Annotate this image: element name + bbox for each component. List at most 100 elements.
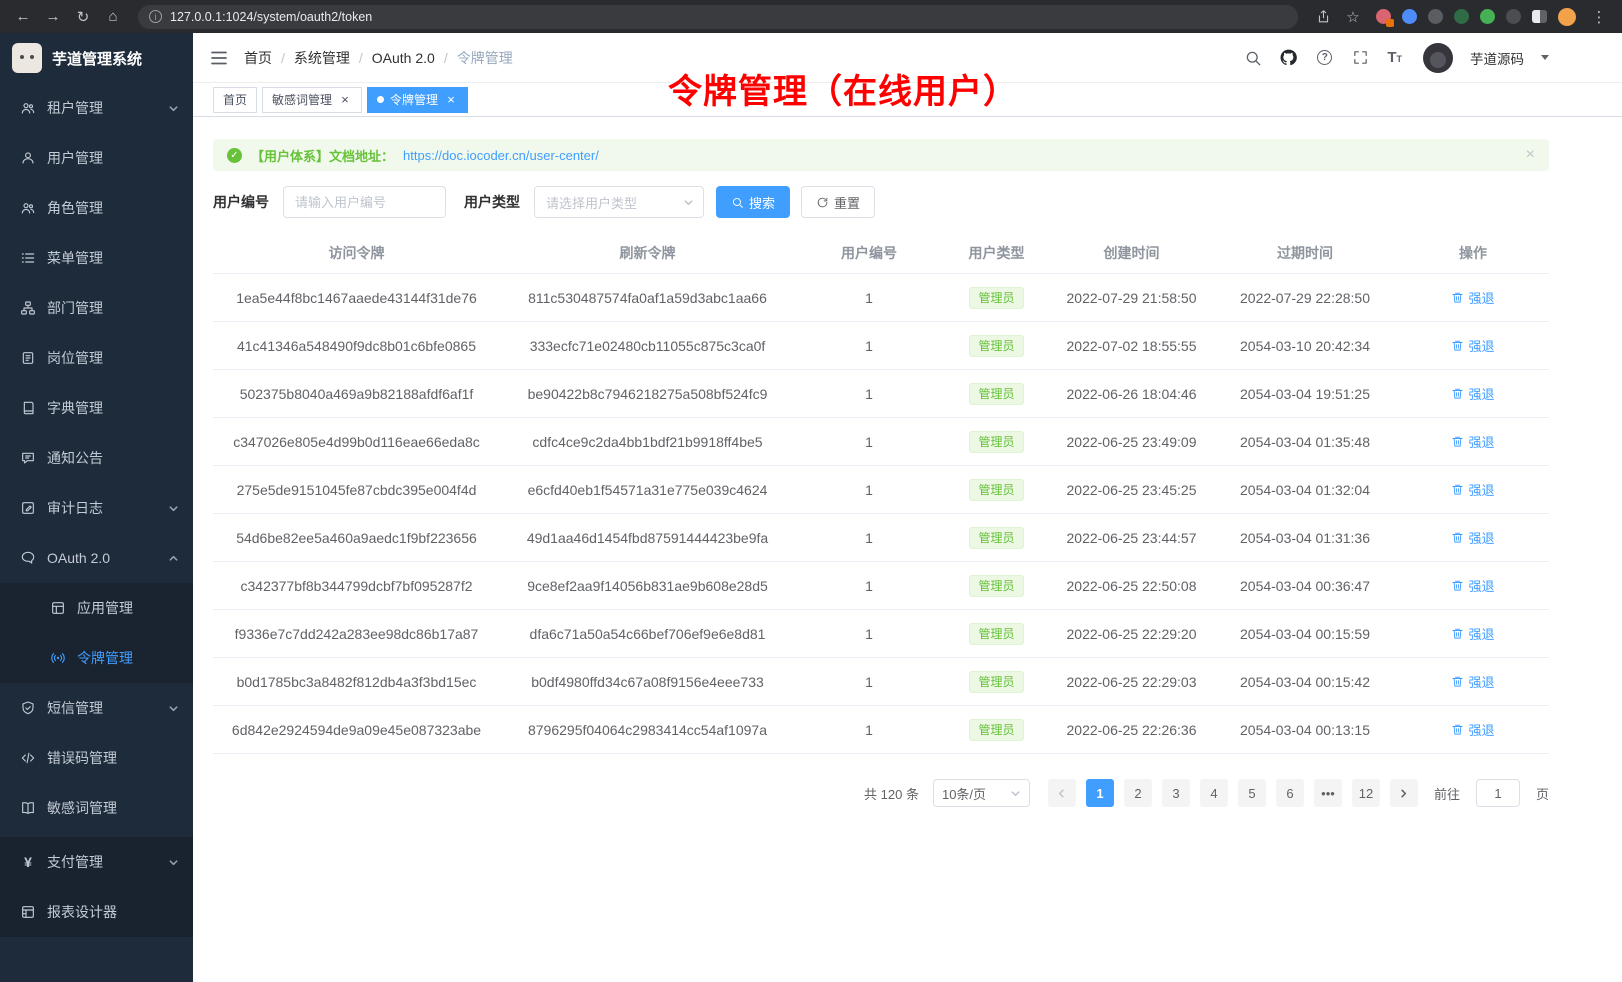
page-button-4[interactable]: 4 [1200,779,1228,807]
sidebar-item-sensitive-words[interactable]: 敏感词管理 [0,783,193,833]
chevron-down-icon[interactable] [1541,55,1549,60]
page-button-12[interactable]: 12 [1352,779,1380,807]
close-icon[interactable]: × [338,93,352,107]
extension-icon[interactable] [1480,9,1495,24]
sidebar-item-report-designer[interactable]: 报表设计器 [0,887,193,937]
column-header: 刷新令牌 [500,243,795,263]
sidebar-item-notices[interactable]: 通知公告 [0,433,193,483]
goto-page-input[interactable] [1476,779,1520,807]
tab-split-icon[interactable] [1532,10,1547,23]
sidebar-item-token-management[interactable]: 令牌管理 [0,633,193,683]
search-icon[interactable] [1243,48,1262,67]
reset-button[interactable]: 重置 [801,186,875,218]
force-logout-button[interactable]: 强退 [1451,672,1494,691]
page-button-6[interactable]: 6 [1276,779,1304,807]
page-ellipsis-button[interactable]: ••• [1314,779,1342,807]
doc-link[interactable]: https://doc.iocoder.cn/user-center/ [403,148,599,163]
extension-icon[interactable] [1428,9,1443,24]
force-logout-button[interactable]: 强退 [1451,624,1494,643]
sidebar-item-sms[interactable]: 短信管理 [0,683,193,733]
breadcrumb-home[interactable]: 首页 [244,48,272,68]
extension-icon[interactable] [1506,9,1521,24]
prev-page-button[interactable] [1048,779,1076,807]
home-icon[interactable]: ⌂ [102,6,124,28]
force-logout-button[interactable]: 强退 [1451,720,1494,739]
page-button-5[interactable]: 5 [1238,779,1266,807]
close-icon[interactable]: × [444,93,458,107]
browser-chrome: ← → ↻ ⌂ i 127.0.0.1:1024/system/oauth2/t… [0,0,1622,33]
sidebar-item-tenants[interactable]: 租户管理 [0,83,193,133]
fullscreen-icon[interactable] [1351,48,1370,67]
user-name[interactable]: 芋道源码 [1470,48,1524,68]
sidebar-item-oauth[interactable]: OAuth 2.0 [0,533,193,583]
page-button-3[interactable]: 3 [1162,779,1190,807]
sidebar-item-departments[interactable]: 部门管理 [0,283,193,333]
access-token-cell: 1ea5e44f8bc1467aaede43144f31de76 [213,290,500,306]
extension-icon[interactable] [1454,9,1469,24]
force-logout-button[interactable]: 强退 [1451,576,1494,595]
sidebar-item-menus[interactable]: 菜单管理 [0,233,193,283]
site-info-icon[interactable]: i [149,10,162,23]
breadcrumb-oauth[interactable]: OAuth 2.0 [372,50,435,66]
trash-icon [1451,531,1464,544]
extension-icon[interactable] [1376,9,1391,24]
refresh-token-cell: cdfc4ce9c2da4bb1bdf21b9918ff4be5 [500,434,795,450]
sidebar-item-posts[interactable]: 岗位管理 [0,333,193,383]
force-logout-button[interactable]: 强退 [1451,528,1494,547]
sidebar-item-roles[interactable]: 角色管理 [0,183,193,233]
sidebar-item-dictionaries[interactable]: 字典管理 [0,383,193,433]
access-token-cell: c342377bf8b344799dcbf7bf095287f2 [213,578,500,594]
user-type-select[interactable]: 请选择用户类型 [534,186,704,218]
force-logout-button[interactable]: 强退 [1451,432,1494,451]
refresh-icon[interactable]: ↻ [72,6,94,28]
sidebar-item-payment[interactable]: ¥ 支付管理 [0,837,193,887]
sidebar-collapse-icon[interactable] [209,48,229,68]
department-icon [20,300,36,316]
bookmark-star-icon[interactable]: ☆ [1342,6,1364,28]
page-button-2[interactable]: 2 [1124,779,1152,807]
access-token-cell: b0d1785bc3a8482f812db4a3f3bd15ec [213,674,500,690]
create-time-cell: 2022-06-25 23:44:57 [1050,530,1213,546]
sidebar-item-audit-log[interactable]: 审计日志 [0,483,193,533]
user-type-badge: 管理员 [969,575,1023,597]
user-type-cell: 管理员 [943,671,1050,693]
force-logout-label: 强退 [1468,672,1494,691]
sidebar-item-app-management[interactable]: 应用管理 [0,583,193,633]
reset-button-label: 重置 [834,193,860,212]
tab-sensitive-words[interactable]: 敏感词管理 × [262,87,362,113]
font-size-icon[interactable]: TT [1387,49,1402,66]
navbar-right: ? TT 芋道源码 [1243,43,1549,73]
forward-icon[interactable]: → [42,6,64,28]
post-icon [20,350,36,366]
tab-home[interactable]: 首页 [213,87,257,113]
extension-icon[interactable] [1402,9,1417,24]
alert-close-icon[interactable]: × [1526,146,1535,164]
force-logout-button[interactable]: 强退 [1451,336,1494,355]
next-page-button[interactable] [1390,779,1418,807]
search-button[interactable]: 搜索 [716,186,790,218]
browser-menu-icon[interactable]: ⋮ [1588,6,1610,28]
user-avatar[interactable] [1423,43,1453,73]
create-time-cell: 2022-07-02 18:55:55 [1050,338,1213,354]
trash-icon [1451,387,1464,400]
address-bar[interactable]: i 127.0.0.1:1024/system/oauth2/token [138,5,1298,29]
force-logout-button[interactable]: 强退 [1451,288,1494,307]
app-logo[interactable]: 芋道管理系统 [0,33,193,83]
force-logout-button[interactable]: 强退 [1451,384,1494,403]
browser-profile-avatar[interactable] [1558,8,1576,26]
breadcrumb-current: 令牌管理 [457,48,513,68]
share-icon[interactable] [1312,6,1334,28]
trash-icon [1451,483,1464,496]
sidebar-item-users[interactable]: 用户管理 [0,133,193,183]
github-icon[interactable] [1279,48,1298,67]
user-type-cell: 管理员 [943,527,1050,549]
page-size-select[interactable]: 10条/页 [933,779,1030,807]
sidebar-item-error-codes[interactable]: 错误码管理 [0,733,193,783]
page-button-1[interactable]: 1 [1086,779,1114,807]
help-icon[interactable]: ? [1315,48,1334,67]
breadcrumb-system[interactable]: 系统管理 [294,48,350,68]
force-logout-button[interactable]: 强退 [1451,480,1494,499]
back-icon[interactable]: ← [12,6,34,28]
user-id-input[interactable] [283,186,446,218]
tab-token-management[interactable]: 令牌管理 × [367,87,468,113]
